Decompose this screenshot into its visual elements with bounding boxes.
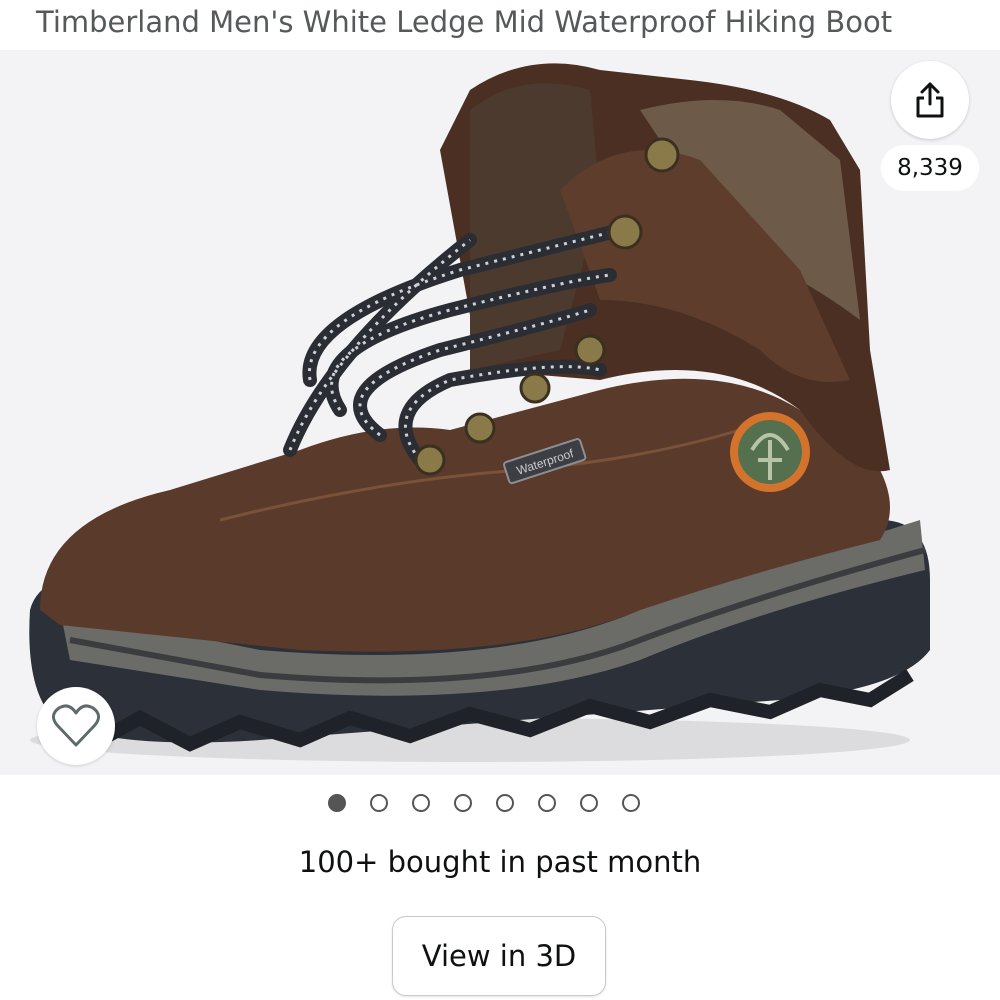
pagination-dot[interactable] xyxy=(538,794,556,812)
product-image-gallery[interactable]: Waterproof 8,339 xyxy=(0,50,1000,775)
image-pagination[interactable] xyxy=(328,794,640,818)
pagination-dot[interactable] xyxy=(412,794,430,812)
view-in-3d-button[interactable]: View in 3D xyxy=(392,916,606,996)
pagination-dot[interactable] xyxy=(580,794,598,812)
share-icon xyxy=(916,82,944,118)
pagination-dot[interactable] xyxy=(622,794,640,812)
product-title: Timberland Men's White Ledge Mid Waterpr… xyxy=(36,5,893,39)
heart-icon xyxy=(52,704,100,747)
favorite-button[interactable] xyxy=(37,687,115,765)
pagination-dot[interactable] xyxy=(328,794,346,812)
bought-in-past-month: 100+ bought in past month xyxy=(298,845,702,879)
pagination-dot[interactable] xyxy=(496,794,514,812)
share-count: 8,339 xyxy=(881,145,979,191)
pagination-dot[interactable] xyxy=(370,794,388,812)
pagination-dot[interactable] xyxy=(454,794,472,812)
product-image[interactable]: Waterproof xyxy=(0,50,1000,775)
share-button[interactable] xyxy=(891,61,969,139)
